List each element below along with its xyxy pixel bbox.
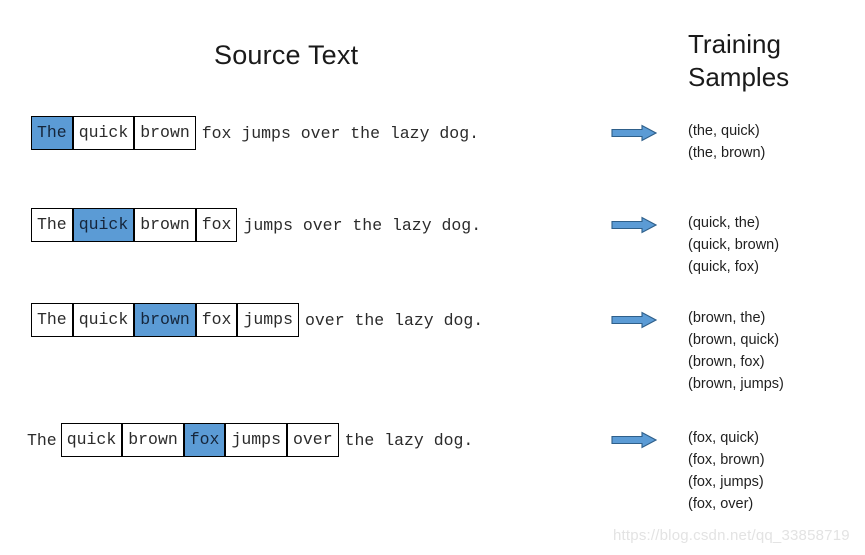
training-sample-item: (brown, fox)	[688, 354, 765, 371]
training-sample-item: (fox, over)	[688, 496, 754, 513]
word-cell-context[interactable]: quick	[72, 303, 135, 337]
word-cell-context[interactable]: jumps	[237, 303, 299, 337]
training-sample-item: (brown, the)	[688, 310, 766, 326]
training-sample-item: (the, brown)	[688, 145, 766, 162]
sentence-tail-text: fox jumps over the lazy dog.	[201, 123, 479, 143]
sentence-row: The quick brown fox jumps over the lazy …	[23, 113, 479, 153]
context-window-boxes: The quick brown	[31, 116, 196, 150]
training-sample-group: (the, quick) (the, brown)	[688, 120, 765, 164]
page-title-training-samples: Training Samples	[688, 28, 858, 95]
sentence-lead-text: The	[27, 430, 57, 450]
sentence-row: The quick brown fox jumps over the lazy …	[23, 300, 483, 340]
watermark-text: https://blog.csdn.net/qq_33858719	[613, 527, 850, 544]
sentence-tail-text: jumps over the lazy dog.	[243, 215, 482, 235]
word-cell-center[interactable]: The	[31, 116, 73, 150]
training-sample-item: (fox, quick)	[688, 430, 759, 446]
implies-arrow-icon	[611, 216, 657, 234]
implies-arrow-icon	[611, 431, 657, 449]
training-sample-group: (fox, quick) (fox, brown) (fox, jumps) (…	[688, 427, 765, 515]
context-window-boxes: The quick brown fox jumps	[31, 303, 299, 337]
training-sample-item: (quick, fox)	[688, 259, 759, 276]
word-cell-context[interactable]: brown	[122, 423, 184, 457]
training-sample-group: (brown, the) (brown, quick) (brown, fox)…	[688, 307, 784, 395]
sentence-row: The quick brown fox jumps over the lazy …	[23, 205, 481, 245]
sentence-tail-text: the lazy dog.	[344, 430, 474, 450]
training-samples-title-line-1: Training	[688, 29, 781, 59]
word-cell-context[interactable]: fox	[195, 303, 238, 337]
context-window-boxes: quick brown fox jumps over	[60, 423, 339, 457]
training-sample-item: (fox, jumps)	[688, 474, 764, 491]
word-cell-context[interactable]: brown	[134, 116, 196, 150]
word-cell-context[interactable]: quick	[72, 116, 135, 150]
word-cell-context[interactable]: brown	[134, 208, 196, 242]
implies-arrow-icon	[611, 124, 657, 142]
page-title-source-text: Source Text	[214, 40, 359, 70]
word-cell-context[interactable]: quick	[60, 423, 123, 457]
sentence-row: The quick brown fox jumps over the lazy …	[23, 420, 473, 460]
training-sample-group: (quick, the) (quick, brown) (quick, fox)	[688, 212, 779, 278]
word-cell-context[interactable]: jumps	[225, 423, 287, 457]
word-cell-center[interactable]: fox	[183, 423, 226, 457]
training-sample-item: (quick, brown)	[688, 237, 780, 254]
word-cell-context[interactable]: The	[31, 208, 73, 242]
word-cell-context[interactable]: over	[286, 423, 339, 457]
word-cell-context[interactable]: fox	[195, 208, 238, 242]
training-sample-item: (quick, the)	[688, 215, 760, 231]
context-window-boxes: The quick brown fox	[31, 208, 238, 242]
implies-arrow-icon	[611, 311, 657, 329]
training-samples-title-line-2: Samples	[688, 62, 790, 93]
word-cell-center[interactable]: quick	[72, 208, 135, 242]
word-cell-center[interactable]: brown	[134, 303, 196, 337]
training-sample-item: (brown, quick)	[688, 332, 780, 349]
sentence-tail-text: over the lazy dog.	[304, 310, 484, 330]
training-sample-item: (fox, brown)	[688, 452, 765, 469]
word-cell-context[interactable]: The	[31, 303, 73, 337]
training-sample-item: (the, quick)	[688, 123, 760, 139]
training-sample-item: (brown, jumps)	[688, 376, 784, 393]
